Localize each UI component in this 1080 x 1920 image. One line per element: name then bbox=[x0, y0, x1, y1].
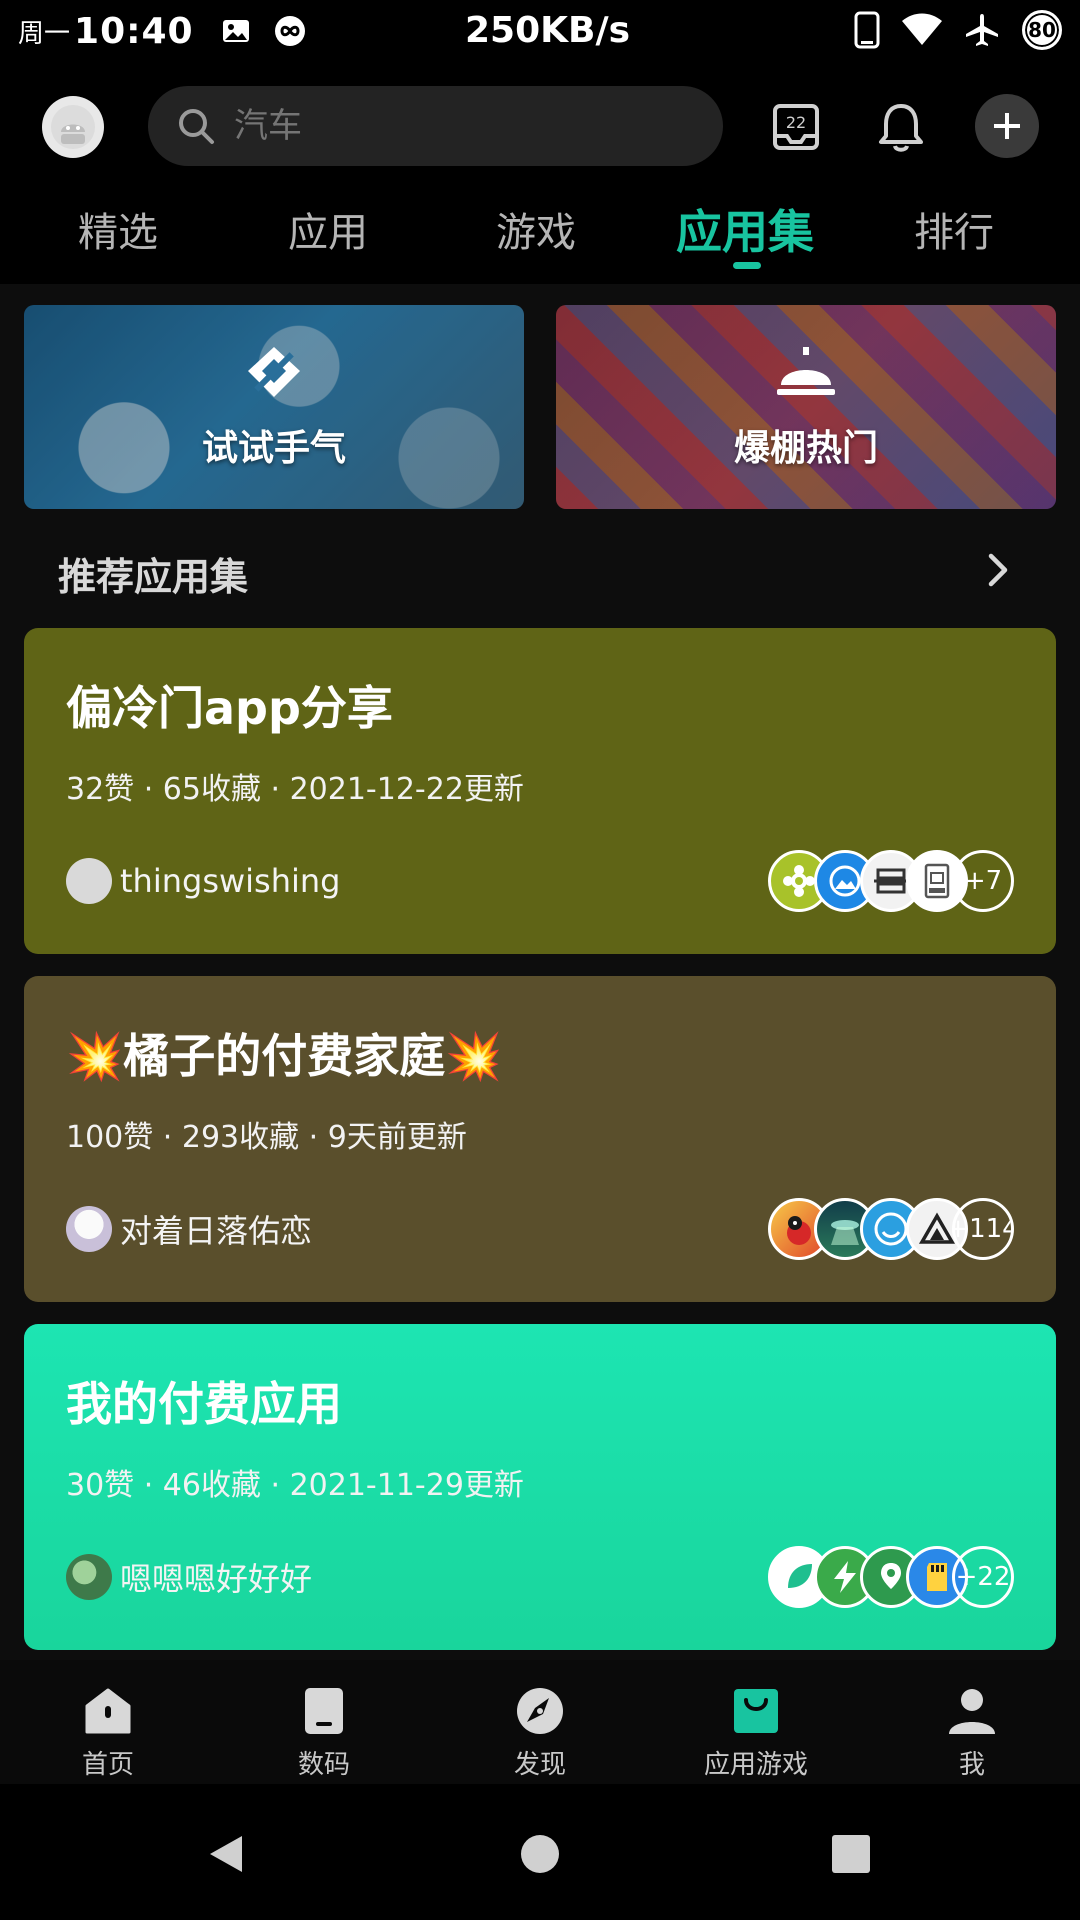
collection-card[interactable]: 我的付费应用 30赞 · 46收藏 · 2021-11-29更新 嗯嗯嗯好好好 … bbox=[24, 1324, 1056, 1650]
nav-discover[interactable]: 发现 bbox=[470, 1686, 610, 1781]
tab-collections[interactable]: 应用集 bbox=[676, 196, 814, 262]
status-right: 80 bbox=[854, 10, 1062, 50]
back-button[interactable] bbox=[204, 1832, 248, 1876]
nav-home[interactable]: 首页 bbox=[38, 1686, 178, 1781]
app-icon-stack: +22 bbox=[768, 1546, 1014, 1608]
collection-meta: 30赞 · 46收藏 · 2021-11-29更新 bbox=[66, 1468, 524, 1503]
calendar-day-text: 22 bbox=[786, 113, 806, 132]
system-navigation bbox=[0, 1784, 1080, 1920]
author-avatar bbox=[66, 1554, 112, 1600]
android-avatar-icon bbox=[51, 105, 95, 149]
collection-meta: 32赞 · 65收藏 · 2021-12-22更新 bbox=[66, 772, 524, 807]
collection-card[interactable]: 💥橘子的付费家庭💥 100赞 · 293收藏 · 9天前更新 对着日落佑恋 +1… bbox=[24, 976, 1056, 1302]
author-avatar bbox=[66, 1206, 112, 1252]
device-icon bbox=[305, 1688, 343, 1734]
app-screen: 周一 10:40 250KB/s 80 汽车 22 精选 应用 游戏 应用集 排… bbox=[0, 0, 1080, 1920]
status-bar: 周一 10:40 250KB/s 80 bbox=[0, 0, 1080, 62]
calendar-button[interactable]: 22 bbox=[765, 96, 827, 158]
banner-lucky[interactable]: 试试手气 bbox=[24, 305, 524, 509]
home-icon bbox=[85, 1688, 131, 1734]
collection-meta: 100赞 · 293收藏 · 9天前更新 bbox=[66, 1120, 467, 1155]
notification-button[interactable] bbox=[870, 96, 932, 158]
active-tab-indicator bbox=[733, 262, 761, 269]
battery-indicator: 80 bbox=[1022, 10, 1062, 50]
collection-author[interactable]: 嗯嗯嗯好好好 bbox=[66, 1554, 312, 1600]
banner-hot-label: 爆棚热门 bbox=[733, 428, 878, 469]
banner-overlay bbox=[556, 305, 1056, 509]
bell-service-icon bbox=[774, 343, 838, 403]
banner-lucky-label: 试试手气 bbox=[201, 428, 346, 469]
author-name: thingswishing bbox=[120, 862, 341, 900]
status-day: 周一 bbox=[18, 18, 71, 49]
collection-title: 💥橘子的付费家庭💥 bbox=[66, 1029, 503, 1083]
phone-icon bbox=[854, 11, 880, 49]
nav-digital-label: 数码 bbox=[297, 1750, 350, 1780]
app-icon-stack: +7 bbox=[768, 850, 1014, 912]
nav-apps-games-label: 应用游戏 bbox=[703, 1750, 808, 1780]
tab-rankings[interactable]: 排行 bbox=[914, 200, 994, 258]
dice-icon bbox=[242, 343, 306, 403]
user-avatar[interactable] bbox=[42, 96, 104, 158]
tab-featured[interactable]: 精选 bbox=[78, 200, 158, 258]
author-name: 嗯嗯嗯好好好 bbox=[120, 1560, 313, 1598]
wifi-icon bbox=[902, 13, 942, 45]
nav-me-label: 我 bbox=[958, 1750, 985, 1780]
airplane-icon bbox=[966, 14, 998, 46]
more-apps-count: +7 bbox=[952, 850, 1014, 912]
search-icon bbox=[179, 109, 214, 144]
collection-author[interactable]: thingswishing bbox=[66, 858, 340, 904]
plus-icon bbox=[994, 113, 1020, 139]
nav-me[interactable]: 我 bbox=[902, 1686, 1042, 1781]
more-apps-count: +22 bbox=[952, 1546, 1014, 1608]
gallery-icon bbox=[222, 20, 249, 42]
status-time: 10:40 bbox=[74, 10, 194, 52]
collection-author[interactable]: 对着日落佑恋 bbox=[66, 1206, 312, 1252]
more-apps-count: +114 bbox=[952, 1198, 1014, 1260]
add-button[interactable] bbox=[975, 94, 1039, 158]
collection-card[interactable]: 偏冷门app分享 32赞 · 65收藏 · 2021-12-22更新 thing… bbox=[24, 628, 1056, 954]
search-input[interactable] bbox=[234, 106, 674, 146]
banner-overlay bbox=[24, 305, 524, 509]
back-triangle-icon bbox=[210, 1836, 242, 1872]
recents-square-icon bbox=[832, 1835, 870, 1873]
bell-icon bbox=[879, 104, 923, 152]
search-box[interactable] bbox=[148, 86, 723, 166]
network-speed: 250KB/s bbox=[465, 10, 631, 51]
tab-apps[interactable]: 应用 bbox=[288, 200, 368, 258]
nav-apps-games[interactable]: 应用游戏 bbox=[686, 1686, 826, 1781]
nav-digital[interactable]: 数码 bbox=[254, 1686, 394, 1781]
nav-discover-label: 发现 bbox=[513, 1750, 566, 1780]
home-circle-icon bbox=[521, 1835, 559, 1873]
compass-icon bbox=[517, 1688, 563, 1734]
infinity-app-icon bbox=[274, 16, 305, 46]
chevron-right-icon[interactable] bbox=[978, 550, 1018, 590]
top-header: 22 精选 应用 游戏 应用集 排行 bbox=[0, 62, 1080, 284]
tab-games[interactable]: 游戏 bbox=[496, 200, 576, 258]
author-name: 对着日落佑恋 bbox=[120, 1212, 313, 1250]
shopping-bag-icon bbox=[734, 1689, 778, 1733]
collection-title: 偏冷门app分享 bbox=[66, 681, 393, 735]
app-icon-stack: +114 bbox=[768, 1198, 1014, 1260]
bottom-navigation: 首页 数码 发现 应用游戏 我 bbox=[0, 1660, 1080, 1784]
collection-title: 我的付费应用 bbox=[66, 1377, 342, 1431]
home-button[interactable] bbox=[518, 1832, 562, 1876]
author-avatar bbox=[66, 858, 112, 904]
category-tabs: 精选 应用 游戏 应用集 排行 bbox=[0, 192, 1080, 282]
status-left: 周一 10:40 bbox=[18, 8, 328, 54]
banner-hot[interactable]: 爆棚热门 bbox=[556, 305, 1056, 509]
recents-button[interactable] bbox=[829, 1832, 873, 1876]
nav-home-label: 首页 bbox=[81, 1750, 134, 1780]
profile-icon bbox=[949, 1689, 995, 1734]
recommended-collections-title: 推荐应用集 bbox=[58, 555, 249, 599]
calendar-icon: 22 bbox=[773, 104, 819, 150]
